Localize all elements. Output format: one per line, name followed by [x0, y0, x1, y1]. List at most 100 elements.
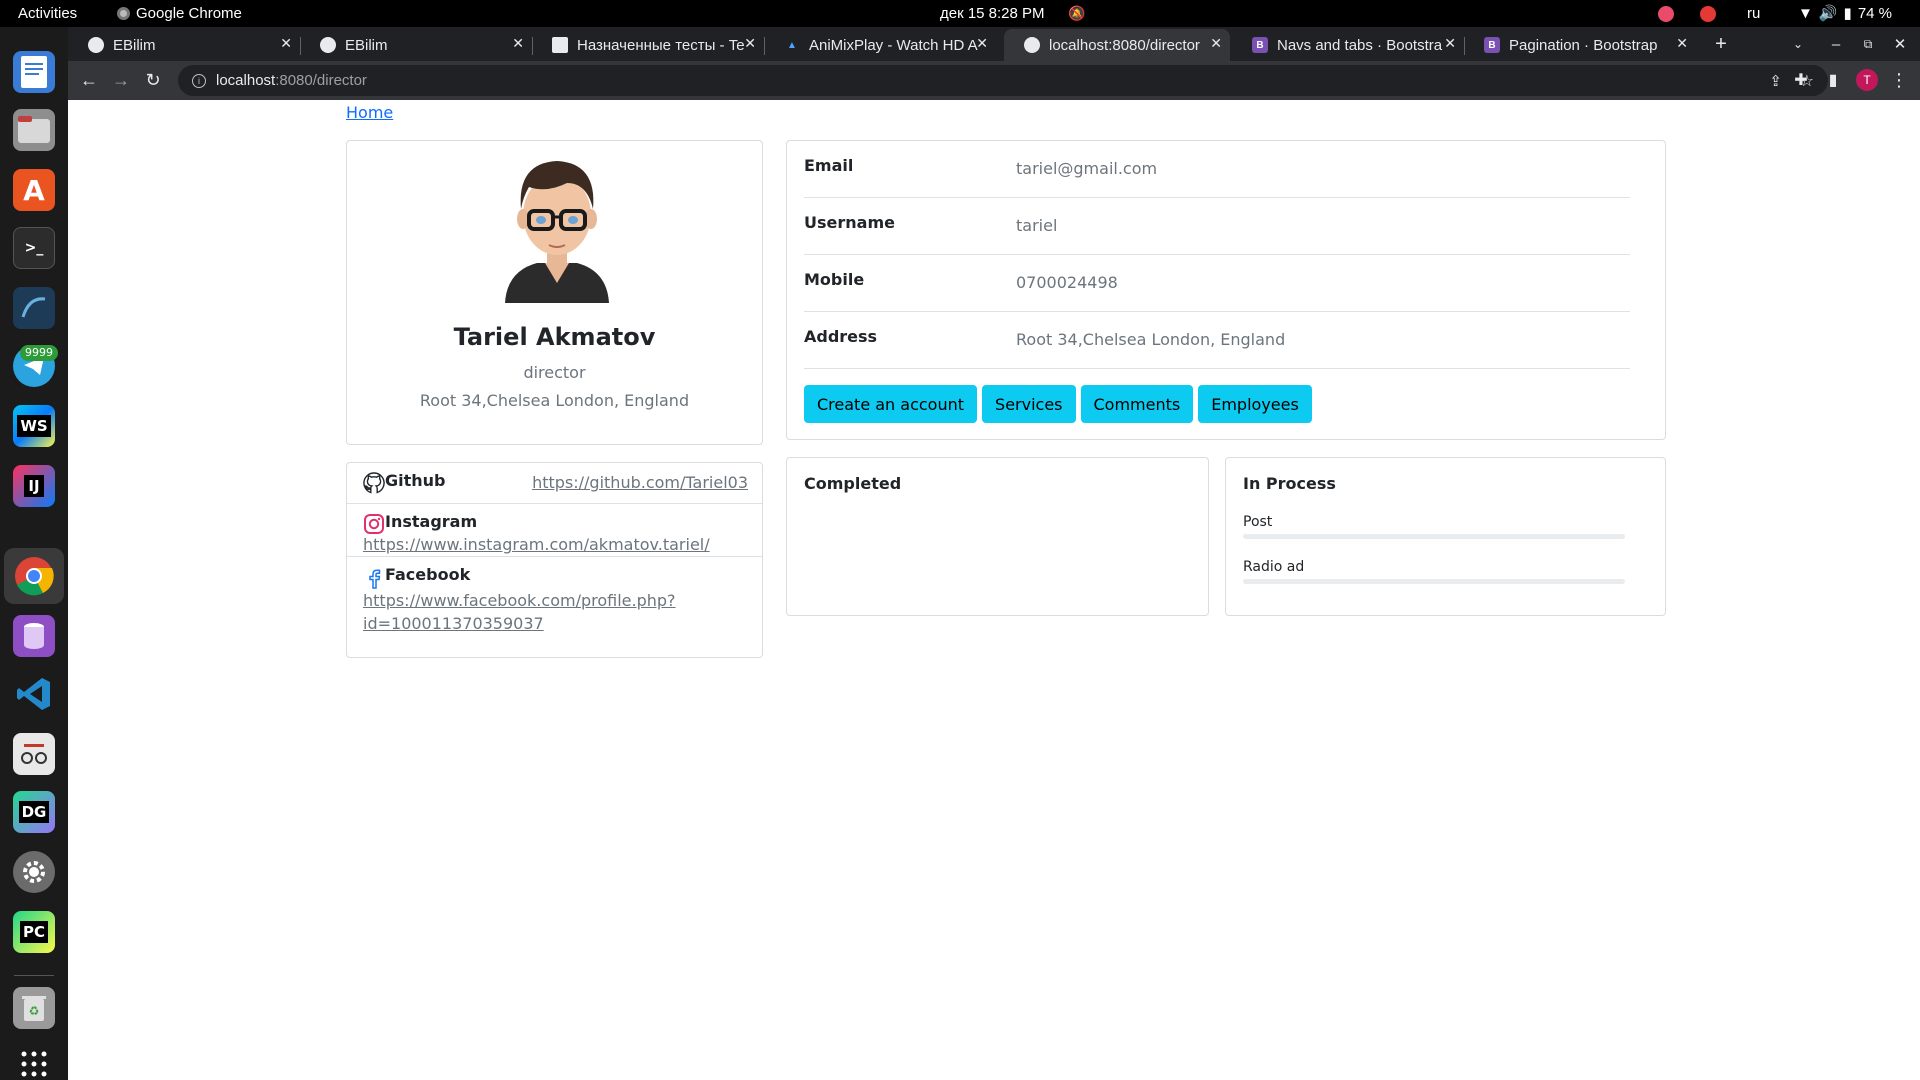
browser-tab-strip: EBilim ✕ EBilim ✕ Назначенные тесты - Te…: [68, 27, 1920, 61]
document-viewer-icon[interactable]: [13, 733, 55, 775]
forward-button[interactable]: →: [107, 66, 135, 94]
tab-animixplay[interactable]: ▲ AniMixPlay - Watch HD A ✕: [764, 29, 996, 61]
telegram-badge: 9999: [20, 345, 58, 361]
chrome-small-icon: [117, 7, 130, 20]
pycharm-icon[interactable]: PC: [13, 911, 55, 953]
tab-ebilim-2[interactable]: EBilim ✕: [300, 29, 533, 61]
url-host: localhost: [216, 72, 276, 89]
github-label: Github: [385, 471, 446, 490]
profile-role: director: [523, 363, 586, 382]
intellij-idea-icon[interactable]: IJ: [13, 465, 55, 507]
tab-assigned-tests[interactable]: Назначенные тесты - Te ✕: [532, 29, 765, 61]
close-icon[interactable]: ✕: [1676, 35, 1688, 52]
github-link[interactable]: https://github.com/Tariel03: [532, 473, 748, 492]
facebook-link-line-2: id=100011370359037: [363, 614, 544, 633]
detail-row-email: Email tariel@gmail.com: [804, 141, 1630, 198]
document-icon: [552, 37, 568, 53]
reload-button[interactable]: ↻: [139, 66, 167, 94]
files-icon[interactable]: [13, 109, 55, 151]
page-content: Home Tariel Akmatov director Root 34,Che: [68, 100, 1920, 1080]
tray-app-icon-2[interactable]: [1700, 6, 1716, 22]
terminal-icon[interactable]: >_: [13, 227, 55, 269]
mysql-workbench-icon[interactable]: [13, 287, 55, 329]
social-row-instagram: Instagram https://www.instagram.com/akma…: [347, 504, 762, 557]
battery-icon: ▮: [1843, 5, 1852, 22]
share-icon[interactable]: ⇪: [1769, 72, 1782, 90]
software-center-icon[interactable]: A: [13, 169, 55, 211]
back-button[interactable]: ←: [75, 66, 103, 94]
dock: A >_ 9999 WS IJ DG PC ♻: [0, 27, 68, 1080]
tray-app-icon[interactable]: [1658, 6, 1674, 22]
chrome-menu-icon[interactable]: ⋮: [1886, 67, 1912, 93]
process-item-label: Radio ad: [1243, 559, 1305, 575]
bootstrap-icon: B: [1484, 37, 1500, 53]
close-icon[interactable]: ✕: [976, 35, 988, 52]
avatar: [497, 153, 617, 303]
show-applications-icon[interactable]: [13, 1043, 55, 1080]
minimize-button[interactable]: –: [1819, 27, 1853, 61]
detail-label: Address: [804, 327, 878, 346]
facebook-link[interactable]: https://www.facebook.com/profile.php? id…: [363, 591, 676, 633]
create-account-button[interactable]: Create an account: [804, 385, 978, 423]
system-top-bar: Activities Google Chrome дек 15 8:28 PM …: [0, 0, 1920, 27]
keyboard-layout[interactable]: ru: [1747, 0, 1760, 27]
close-icon[interactable]: ✕: [280, 35, 292, 52]
progress-bar: [1243, 579, 1625, 584]
datagrip-icon[interactable]: DG: [13, 791, 55, 833]
site-info-icon[interactable]: i: [192, 73, 206, 88]
close-icon[interactable]: ✕: [744, 35, 756, 52]
facebook-icon: [363, 567, 385, 589]
volume-icon: 🔊: [1818, 5, 1838, 22]
instagram-icon: [363, 513, 385, 535]
window-close-button[interactable]: ✕: [1883, 27, 1917, 61]
settings-icon[interactable]: [13, 851, 55, 893]
detail-row-username: Username tariel: [804, 198, 1630, 255]
tab-search-chevron-icon[interactable]: ⌄: [1781, 27, 1815, 61]
detail-value: 0700024498: [1016, 273, 1118, 292]
facebook-link-line-1: https://www.facebook.com/profile.php?: [363, 591, 676, 610]
tab-localhost-director[interactable]: localhost:8080/director ✕: [1004, 29, 1230, 61]
browser-toolbar: ← → ↻ i localhost:8080/director ⇪ ☆ ✚ ▮ …: [68, 61, 1920, 100]
text-editor-icon[interactable]: [13, 51, 55, 93]
services-button[interactable]: Services: [982, 385, 1076, 423]
webstorm-icon[interactable]: WS: [13, 405, 55, 447]
chrome-icon[interactable]: [13, 555, 55, 597]
clock[interactable]: дек 15 8:28 PM: [940, 0, 1045, 27]
restore-button[interactable]: ⧉: [1851, 27, 1885, 61]
detail-row-mobile: Mobile 0700024498: [804, 255, 1630, 312]
tab-navs-and-tabs[interactable]: B Navs and tabs · Bootstra ✕: [1232, 29, 1465, 61]
trash-icon[interactable]: ♻: [13, 987, 55, 1029]
system-status-area[interactable]: ▼ 🔊 ▮ 74 %: [1798, 0, 1892, 27]
database-icon[interactable]: [13, 615, 55, 657]
detail-label: Username: [804, 213, 895, 232]
tab-pagination[interactable]: B Pagination · Bootstrap ✕: [1464, 29, 1696, 61]
close-icon[interactable]: ✕: [1444, 35, 1456, 52]
profile-avatar: T: [1856, 69, 1878, 91]
globe-icon: [1024, 37, 1040, 53]
tab-ebilim-1[interactable]: EBilim ✕: [68, 29, 301, 61]
close-icon[interactable]: ✕: [1210, 35, 1222, 52]
app-name: Google Chrome: [136, 5, 242, 22]
github-icon: [363, 472, 385, 494]
breadcrumb-home-link[interactable]: Home: [346, 103, 393, 122]
activities-button[interactable]: Activities: [18, 0, 77, 27]
detail-value: tariel: [1016, 216, 1058, 235]
profile-button[interactable]: T: [1854, 67, 1880, 93]
extensions-puzzle-icon[interactable]: ✚: [1788, 67, 1814, 93]
detail-value: Root 34,Chelsea London, England: [1016, 330, 1286, 349]
comments-button[interactable]: Comments: [1080, 385, 1194, 423]
vscode-icon[interactable]: [13, 673, 55, 715]
new-tab-button[interactable]: +: [1704, 27, 1738, 61]
battery-percent: 74 %: [1857, 5, 1893, 22]
address-bar[interactable]: i localhost:8080/director ⇪ ☆: [178, 65, 1828, 96]
in-process-card: In Process Post Radio ad: [1225, 457, 1666, 616]
instagram-link[interactable]: https://www.instagram.com/akmatov.tariel…: [363, 535, 710, 554]
side-panel-icon[interactable]: ▮: [1820, 67, 1846, 93]
close-icon[interactable]: ✕: [512, 35, 524, 52]
app-menu[interactable]: Google Chrome: [117, 0, 242, 27]
detail-row-address: Address Root 34,Chelsea London, England: [804, 312, 1630, 369]
wifi-icon: ▼: [1798, 5, 1813, 22]
profile-name: Tariel Akmatov: [453, 323, 656, 351]
completed-card: Completed: [786, 457, 1209, 616]
employees-button[interactable]: Employees: [1198, 385, 1312, 423]
